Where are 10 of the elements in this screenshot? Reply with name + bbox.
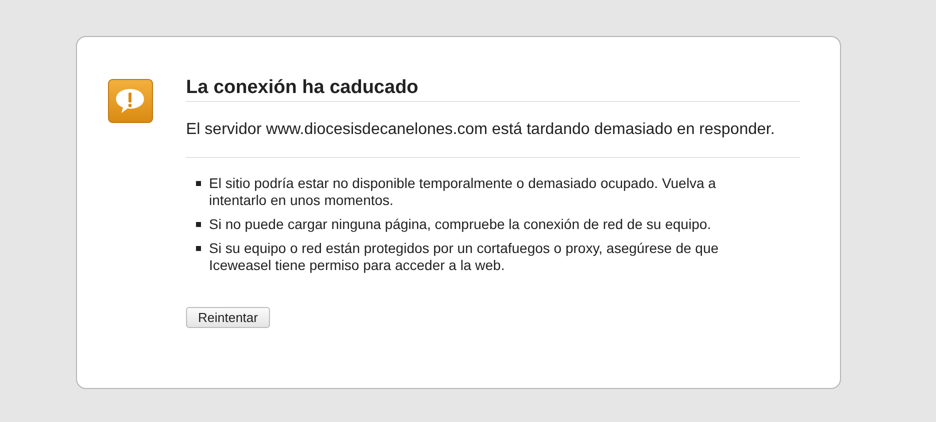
speech-bubble-warning-icon <box>108 79 153 123</box>
error-message: El servidor www.diocesisdecanelones.com está tardando demasiado en responder. <box>186 120 800 158</box>
suggestion-text: Si su equipo o red están protegidos por un cortafuegos o proxy, asegúrese de que Iceweasel tiene permiso para acceder a la web. <box>209 240 720 274</box>
bullet-icon <box>196 246 201 251</box>
retry-button[interactable]: Reintentar <box>186 307 270 328</box>
error-title: La conexión ha caducado <box>186 76 800 102</box>
bullet-icon <box>196 222 201 227</box>
bullet-icon <box>196 181 201 186</box>
suggestion-text: Si no puede cargar ninguna página, compruebe la conexión de red de su equipo. <box>209 216 712 233</box>
suggestion-text: El sitio podría estar no disponible temporalmente o demasiado ocupado. Vuelva a intentarlo en unos momentos. <box>209 175 717 209</box>
